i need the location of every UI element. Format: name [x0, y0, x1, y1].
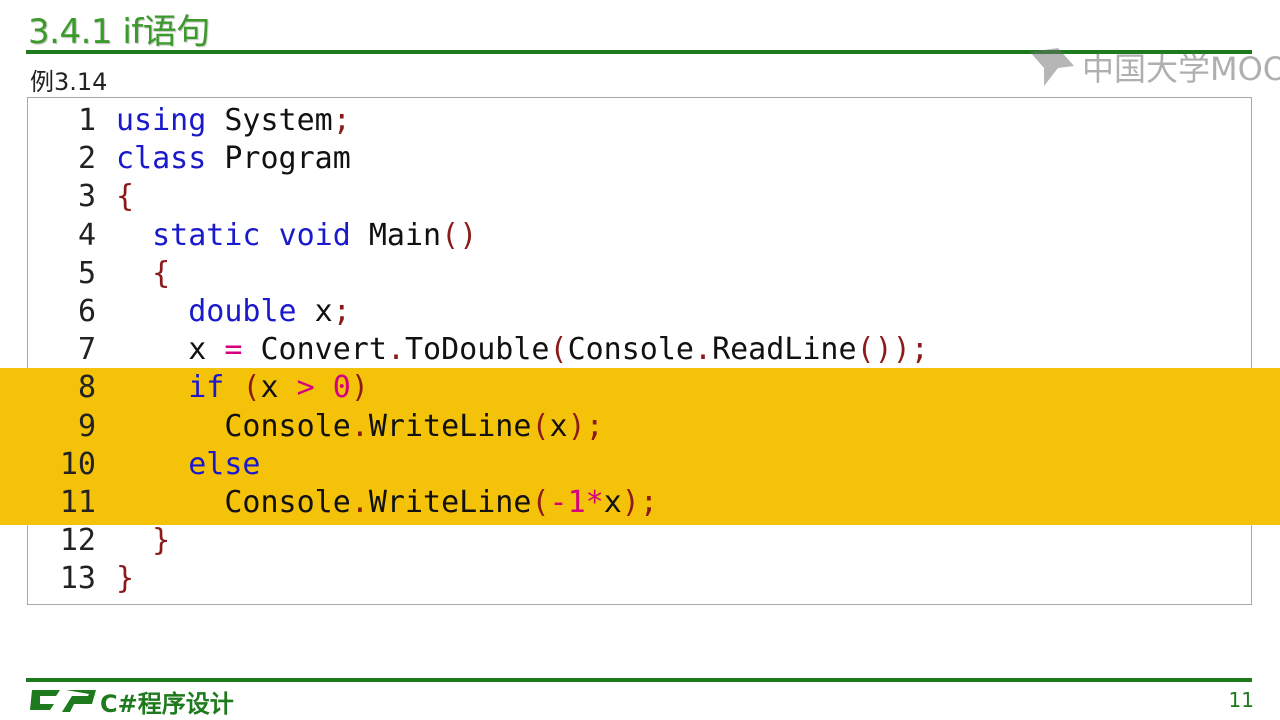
- code-line: 13}: [0, 560, 1280, 598]
- line-number: 7: [77, 332, 96, 368]
- code-line: 3{: [0, 178, 1280, 216]
- code-line: 10 else: [0, 446, 1280, 484]
- code-text: if (x > 0): [188, 370, 369, 406]
- mooc-watermark: 中国大学MOOC: [1028, 46, 1280, 88]
- page-number: 11: [1228, 688, 1254, 712]
- code-text: using System;: [116, 103, 351, 138]
- code-text: else: [188, 446, 261, 482]
- code-text: static void Main(): [152, 217, 478, 253]
- code-line: 1 using System;: [0, 102, 1280, 140]
- code-text: }: [116, 561, 135, 597]
- line-number: 10: [59, 446, 96, 482]
- code-line: 8 if (x > 0): [0, 369, 1280, 407]
- line-number: 9: [77, 408, 96, 444]
- code-line: 2 class Program: [0, 140, 1280, 178]
- line-number: 2: [77, 141, 96, 177]
- line-number: 4: [77, 217, 96, 253]
- code-line: 12 }: [0, 522, 1280, 560]
- cp-logo-icon: [30, 690, 96, 712]
- footer-divider: [26, 678, 1252, 682]
- code-text: }: [152, 523, 171, 559]
- mooc-logo-icon: [1030, 48, 1074, 86]
- line-number: 5: [77, 255, 96, 291]
- code-text: Console.WriteLine(-1*x);: [116, 484, 658, 520]
- line-number: 8: [77, 370, 96, 406]
- code-line: 7 x = Convert.ToDouble(Console.ReadLine(…: [0, 331, 1280, 369]
- code-line: 11 Console.WriteLine(-1*x);: [0, 484, 1280, 522]
- code-text: x = Convert.ToDouble(Console.ReadLine())…: [116, 332, 929, 368]
- slide-title: 3.4.1 if语句: [28, 12, 210, 52]
- code-line: 5 {: [0, 255, 1280, 293]
- code-line: 6 double x;: [0, 293, 1280, 331]
- example-label: 例3.14: [30, 68, 108, 96]
- code-line: 9 Console.WriteLine(x);: [0, 408, 1280, 446]
- line-number: 1: [77, 103, 96, 138]
- code-text: Console.WriteLine(x);: [116, 408, 604, 444]
- line-number: 3: [77, 179, 96, 215]
- code-text: {: [152, 255, 171, 291]
- line-number: 13: [59, 561, 96, 597]
- line-number: 11: [59, 484, 96, 520]
- watermark-text: 中国大学MOOC: [1082, 50, 1280, 88]
- course-name: C#程序设计: [100, 690, 234, 718]
- code-text: double x;: [188, 293, 351, 329]
- code-text: class Program: [116, 141, 351, 177]
- line-number: 12: [59, 523, 96, 559]
- line-number: 6: [77, 293, 96, 329]
- code-line: 4 static void Main(): [0, 217, 1280, 255]
- code-text: {: [116, 179, 135, 215]
- code-listing: 1 using System; 2 class Program 3{4 static v…: [0, 102, 1280, 598]
